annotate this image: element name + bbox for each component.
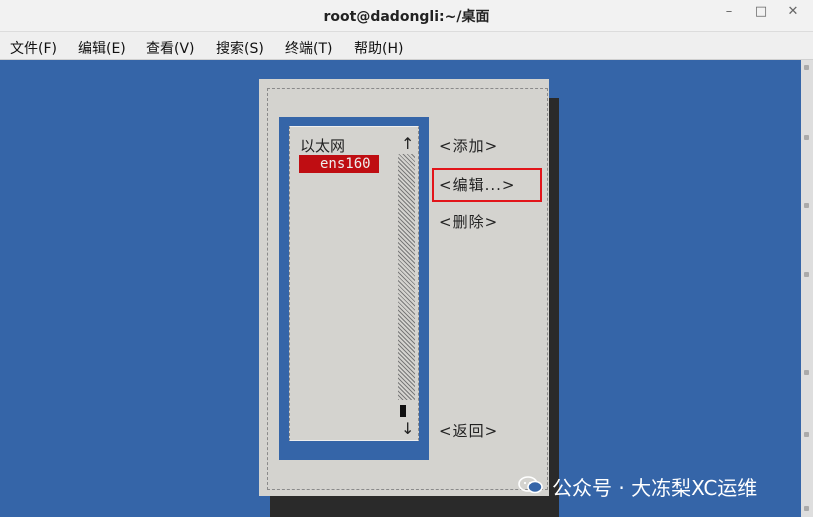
list-scroll-track[interactable] <box>398 154 415 400</box>
maximize-button[interactable]: □ <box>750 3 772 21</box>
wechat-icon <box>518 476 543 494</box>
list-header-ethernet: 以太网 <box>300 137 346 155</box>
scrollbar-dot <box>804 272 809 277</box>
menu-edit[interactable]: 编辑(E) <box>78 38 126 58</box>
scrollbar-dot <box>804 370 809 375</box>
add-button[interactable]: <添加> <box>439 135 498 156</box>
scrollbar-dot <box>804 432 809 437</box>
annotation-highlight-box <box>432 168 542 202</box>
close-button[interactable]: ✕ <box>782 3 804 21</box>
watermark-text: 公众号 · 大冻梨XC运维 <box>552 476 758 500</box>
menu-terminal[interactable]: 终端(T) <box>285 38 332 58</box>
menu-file[interactable]: 文件(F) <box>10 38 57 58</box>
list-item-ens160[interactable]: ens160 <box>299 155 379 173</box>
scrollbar-dot <box>804 65 809 70</box>
menu-bar: 文件(F) 编辑(E) 查看(V) 搜索(S) 终端(T) 帮助(H) <box>0 32 813 60</box>
scrollbar-dot <box>804 203 809 208</box>
list-scroll-thumb[interactable] <box>400 405 406 417</box>
scroll-up-icon[interactable]: ↑ <box>401 134 414 153</box>
back-button[interactable]: <返回> <box>439 420 498 441</box>
scrollbar-dot <box>804 506 809 511</box>
scroll-down-icon[interactable]: ↓ <box>401 419 414 438</box>
menu-search[interactable]: 搜索(S) <box>216 38 264 58</box>
window-title: root@dadongli:~/桌面 <box>323 9 490 25</box>
delete-button[interactable]: <删除> <box>439 211 498 232</box>
menu-view[interactable]: 查看(V) <box>146 38 195 58</box>
minimize-button[interactable]: – <box>718 3 740 21</box>
window-titlebar: root@dadongli:~/桌面 – □ ✕ <box>0 0 813 32</box>
menu-help[interactable]: 帮助(H) <box>354 38 403 58</box>
scrollbar-dot <box>804 135 809 140</box>
terminal-scrollbar[interactable] <box>801 60 813 517</box>
